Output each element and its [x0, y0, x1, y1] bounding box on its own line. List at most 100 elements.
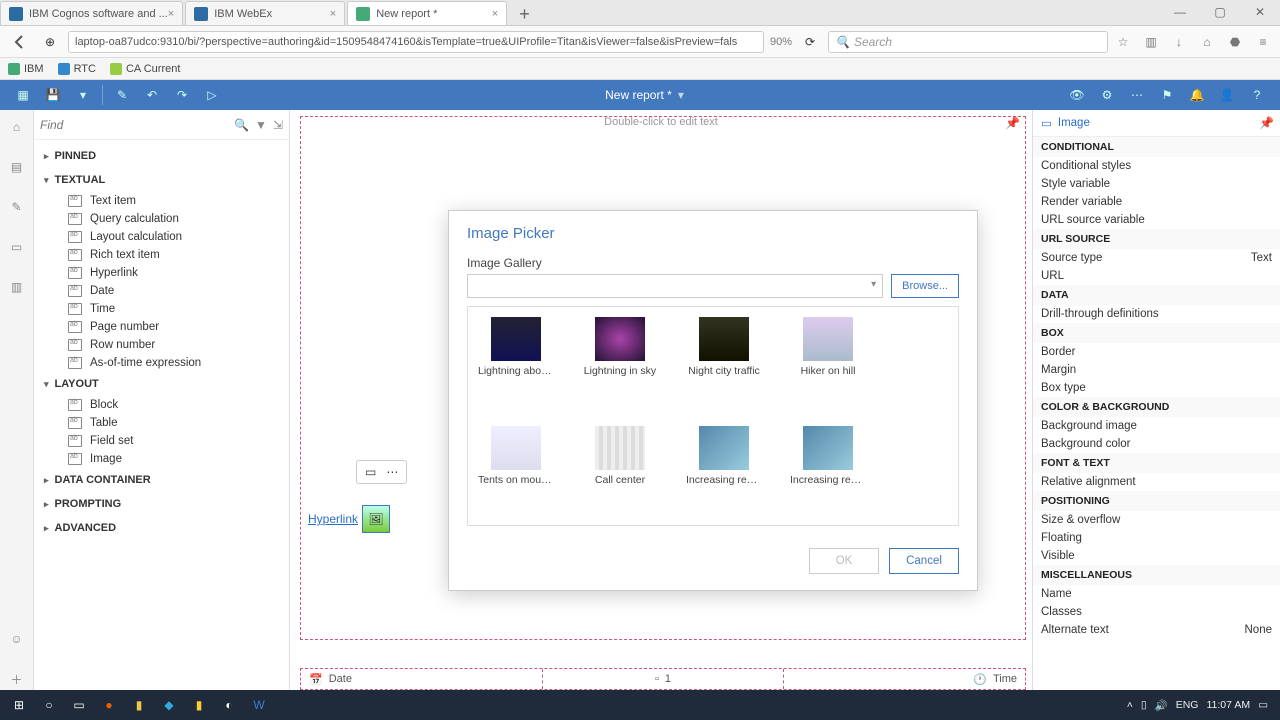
expand-icon[interactable]: ⇲: [273, 118, 283, 132]
edit-icon[interactable]: ✎: [107, 80, 137, 110]
app-icon[interactable]: ◆: [154, 690, 184, 720]
browser-tab[interactable]: New report *×: [347, 1, 507, 25]
tray-chevron-icon[interactable]: ˄: [1127, 699, 1133, 711]
tool-query-calc[interactable]: Query calculation: [34, 210, 289, 228]
more-icon[interactable]: ⋯: [1122, 80, 1152, 110]
search-input[interactable]: 🔍 Search: [828, 31, 1108, 53]
tool-row-number[interactable]: Row number: [34, 336, 289, 354]
settings-icon[interactable]: ⚙: [1092, 80, 1122, 110]
thumb-item[interactable]: Night city traffic: [686, 317, 762, 406]
prop-url-source-variable[interactable]: URL source variable: [1033, 211, 1280, 229]
prop-size-overflow[interactable]: Size & overflow: [1033, 511, 1280, 529]
layers-icon[interactable]: ▤: [6, 156, 28, 178]
report-title[interactable]: New report *▾: [227, 88, 1062, 102]
browser-tab[interactable]: IBM WebEx×: [185, 1, 345, 25]
tool-table[interactable]: Table: [34, 414, 289, 432]
notes-icon[interactable]: ▮: [184, 690, 214, 720]
thumb-item[interactable]: Tents on mountain: [478, 426, 554, 515]
bookmark-star-icon[interactable]: ☆: [1114, 35, 1132, 49]
word-icon[interactable]: W: [244, 690, 274, 720]
tool-block[interactable]: Block: [34, 396, 289, 414]
prop-style-variable[interactable]: Style variable: [1033, 175, 1280, 193]
group-textual[interactable]: ▾TEXTUAL: [34, 168, 289, 192]
close-icon[interactable]: ×: [168, 8, 174, 20]
back-button[interactable]: [8, 30, 32, 54]
thumb-item[interactable]: Increasing revenu...: [686, 426, 762, 515]
flag-icon[interactable]: ⚑: [1152, 80, 1182, 110]
footer-date[interactable]: 📅 Date: [301, 669, 543, 689]
close-button[interactable]: ✕: [1240, 0, 1280, 25]
refresh-button[interactable]: ⟳: [798, 30, 822, 54]
prop-source-type[interactable]: Source typeText: [1033, 249, 1280, 267]
footer-page[interactable]: ▫ 1: [543, 669, 785, 689]
downloads-icon[interactable]: ↓: [1170, 35, 1188, 49]
cortana-icon[interactable]: ○: [34, 690, 64, 720]
find-input[interactable]: [40, 118, 234, 132]
chart-icon[interactable]: ▥: [6, 276, 28, 298]
prop-visible[interactable]: Visible: [1033, 547, 1280, 565]
save-icon[interactable]: 💾: [38, 80, 68, 110]
prop-render-variable[interactable]: Render variable: [1033, 193, 1280, 211]
prop-box-type[interactable]: Box type: [1033, 379, 1280, 397]
prop-bg-color[interactable]: Background color: [1033, 435, 1280, 453]
thumb-item[interactable]: Call center: [582, 426, 658, 515]
explorer-icon[interactable]: ▮: [124, 690, 154, 720]
task-view-icon[interactable]: ▭: [64, 690, 94, 720]
more-icon[interactable]: ⋯: [386, 465, 398, 479]
select-icon[interactable]: ▭: [365, 465, 376, 479]
group-data-container[interactable]: ▸DATA CONTAINER: [34, 468, 289, 492]
prop-drill-through[interactable]: Drill-through definitions: [1033, 305, 1280, 323]
pencil-icon[interactable]: ✎: [6, 196, 28, 218]
close-icon[interactable]: ×: [330, 8, 336, 20]
group-advanced[interactable]: ▸ADVANCED: [34, 516, 289, 540]
clock[interactable]: 11:07 AM: [1206, 699, 1250, 711]
play-icon[interactable]: ▷: [197, 80, 227, 110]
start-button[interactable]: ⊞: [4, 690, 34, 720]
language-indicator[interactable]: ENG: [1176, 699, 1199, 711]
bookmark-item[interactable]: RTC: [58, 63, 96, 75]
prop-border[interactable]: Border: [1033, 343, 1280, 361]
group-prompting[interactable]: ▸PROMPTING: [34, 492, 289, 516]
new-tab-button[interactable]: +: [509, 4, 540, 25]
gallery-dropdown[interactable]: [467, 274, 883, 298]
tool-rich-text[interactable]: Rich text item: [34, 246, 289, 264]
browser-tab[interactable]: IBM Cognos software and ...×: [0, 1, 183, 25]
bookmark-item[interactable]: CA Current: [110, 63, 180, 75]
notifications-icon[interactable]: ▭: [1258, 699, 1268, 711]
zoom-level[interactable]: 90%: [770, 36, 792, 48]
bell-icon[interactable]: 🔔: [1182, 80, 1212, 110]
user-icon[interactable]: 👤: [1212, 80, 1242, 110]
grid-menu-icon[interactable]: ▦: [8, 80, 38, 110]
tool-image[interactable]: Image: [34, 450, 289, 468]
home-icon[interactable]: ⌂: [1198, 35, 1216, 49]
prop-bg-image[interactable]: Background image: [1033, 417, 1280, 435]
help-icon[interactable]: ?: [1242, 80, 1272, 110]
prop-floating[interactable]: Floating: [1033, 529, 1280, 547]
library-icon[interactable]: ▥: [1142, 35, 1160, 49]
preview-icon[interactable]: 👁: [1062, 80, 1092, 110]
menu-icon[interactable]: ≡: [1254, 35, 1272, 49]
group-layout[interactable]: ▾LAYOUT: [34, 372, 289, 396]
user-icon[interactable]: ☺: [6, 628, 28, 650]
minimize-button[interactable]: —: [1160, 0, 1200, 25]
thumb-item[interactable]: Increasing revenue: [790, 426, 866, 515]
cancel-button[interactable]: Cancel: [889, 548, 959, 574]
prop-conditional-styles[interactable]: Conditional styles: [1033, 157, 1280, 175]
group-pinned[interactable]: ▸PINNED: [34, 144, 289, 168]
tray-icon[interactable]: 🔊: [1155, 699, 1168, 712]
url-input[interactable]: laptop-oa87udco:9310/bi/?perspective=aut…: [68, 31, 764, 53]
pocket-icon[interactable]: ⬣: [1226, 35, 1244, 49]
tool-hyperlink[interactable]: Hyperlink: [34, 264, 289, 282]
close-icon[interactable]: ×: [492, 8, 498, 20]
search-icon[interactable]: 🔍: [234, 118, 249, 132]
thumb-item[interactable]: Lightning above city: [478, 317, 554, 406]
firefox-icon[interactable]: ●: [94, 690, 124, 720]
tray-icon[interactable]: ▯: [1141, 699, 1147, 711]
browse-button[interactable]: Browse...: [891, 274, 959, 298]
hyperlink-object[interactable]: Hyperlink: [308, 512, 358, 526]
maximize-button[interactable]: ▢: [1200, 0, 1240, 25]
ok-button[interactable]: OK: [809, 548, 879, 574]
reload-button[interactable]: ⊕: [38, 30, 62, 54]
prop-margin[interactable]: Margin: [1033, 361, 1280, 379]
tool-page-number[interactable]: Page number: [34, 318, 289, 336]
